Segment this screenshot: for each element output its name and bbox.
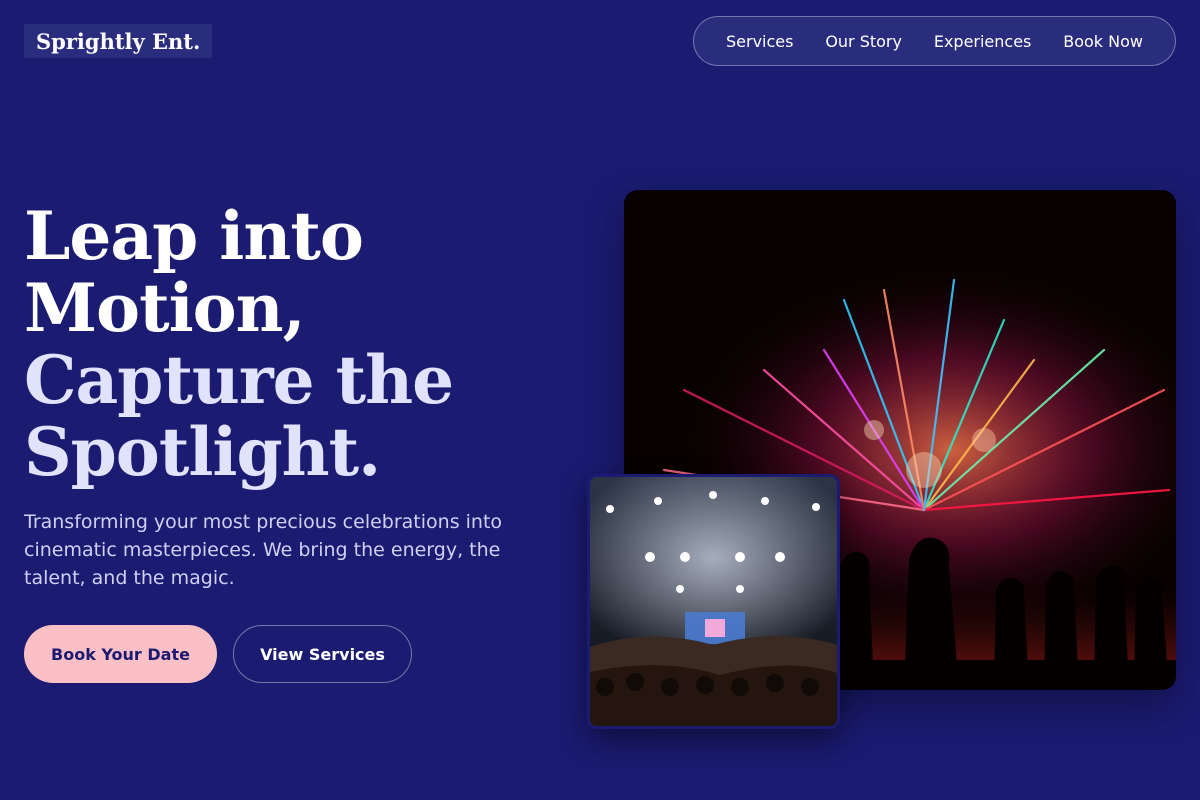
brand-logo[interactable]: Sprightly Ent. bbox=[24, 24, 213, 58]
hero-title-line-4: Spotlight. bbox=[24, 413, 381, 491]
view-services-button[interactable]: View Services bbox=[233, 625, 412, 683]
hero-title-line-1: Leap into bbox=[24, 197, 364, 275]
nav-item-services[interactable]: Services bbox=[726, 32, 793, 51]
hero-title-line-2: Motion, bbox=[24, 269, 306, 347]
hero-title-line-3: Capture the bbox=[24, 341, 454, 419]
main-nav: Services Our Story Experiences Book Now bbox=[693, 16, 1176, 66]
nav-item-experiences[interactable]: Experiences bbox=[934, 32, 1032, 51]
concert-photo bbox=[587, 474, 840, 729]
hero-subtitle: Transforming your most precious celebrat… bbox=[24, 511, 503, 589]
nav-item-book-now[interactable]: Book Now bbox=[1063, 32, 1143, 51]
nav-item-our-story[interactable]: Our Story bbox=[825, 32, 902, 51]
book-your-date-button[interactable]: Book Your Date bbox=[24, 625, 217, 683]
hero-title: Leap into Motion, Capture the Spotlight. bbox=[24, 200, 584, 488]
